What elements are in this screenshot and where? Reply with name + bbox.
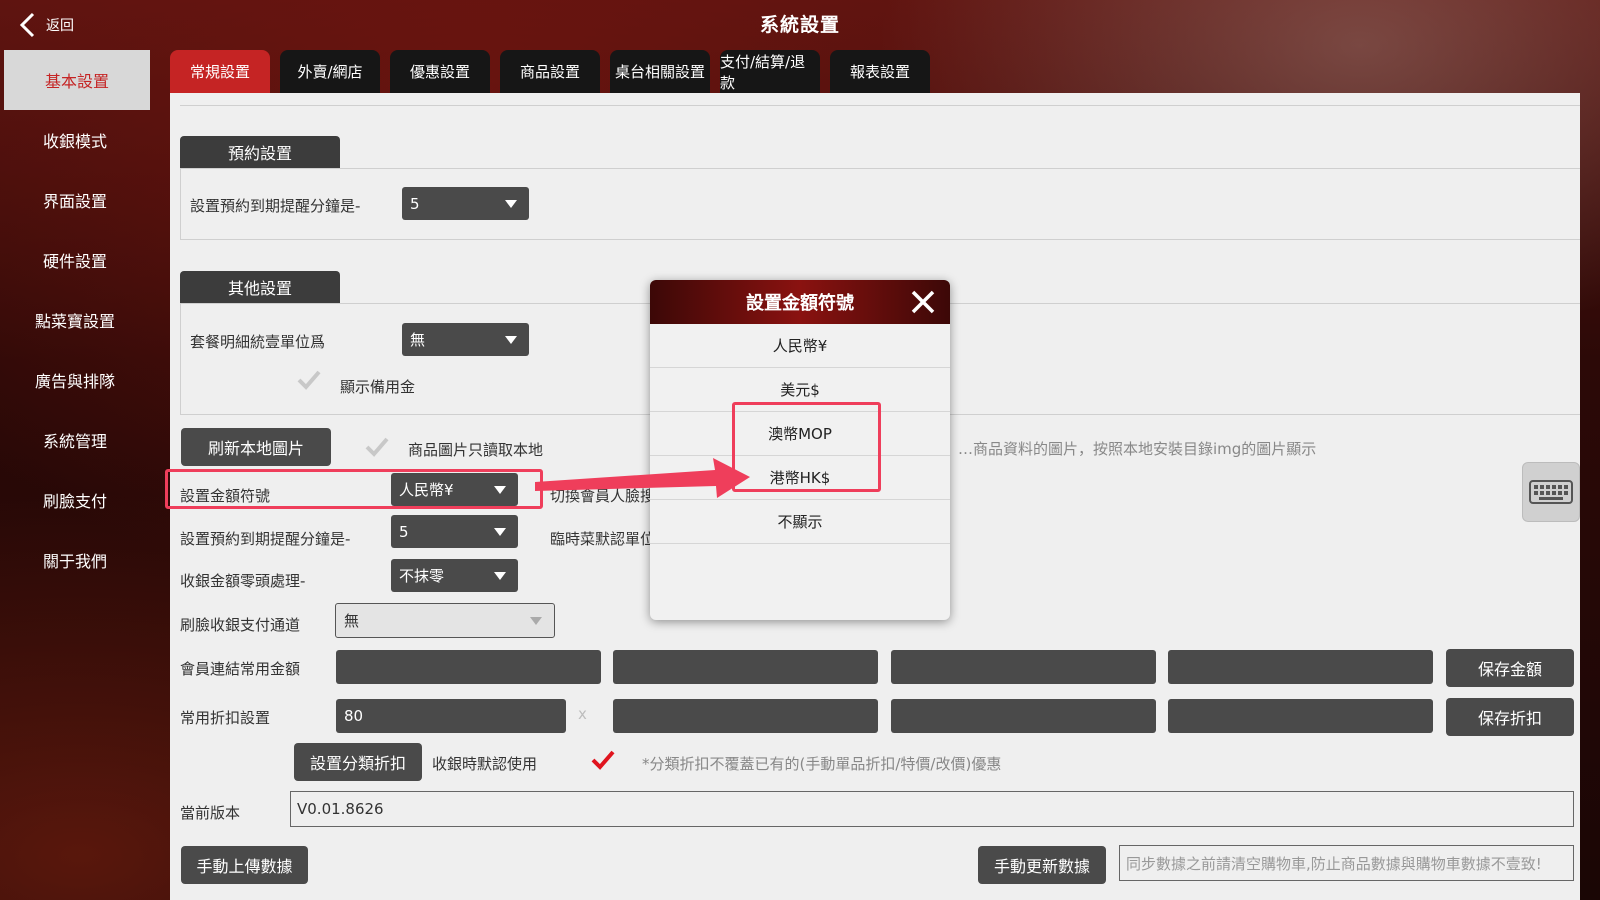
member-amount-input-4[interactable] bbox=[1168, 650, 1433, 684]
sidebar-item-ordering-device[interactable]: 點菜寶設置 bbox=[0, 290, 150, 350]
local-images-label: 商品圖片只讀取本地 bbox=[408, 441, 544, 459]
other-section-header: 其他設置 bbox=[180, 271, 340, 303]
tab-reports[interactable]: 報表設置 bbox=[830, 50, 930, 93]
local-images-checkbox[interactable] bbox=[364, 436, 390, 458]
discount-input-2[interactable] bbox=[613, 699, 878, 733]
rounding-label: 收銀金額零頭處理- bbox=[180, 572, 306, 590]
tab-bar: 常規設置 外賣/網店 優惠設置 商品設置 桌台相關設置 支付/結算/退款 報表設… bbox=[170, 50, 930, 93]
sidebar: 基本設置 收銀模式 界面設置 硬件設置 點菜寶設置 廣告與排隊 系統管理 刷臉支… bbox=[0, 50, 150, 590]
tab-delivery[interactable]: 外賣/網店 bbox=[280, 50, 380, 93]
close-icon[interactable] bbox=[910, 289, 936, 315]
reservation-section-header: 預約設置 bbox=[180, 136, 340, 168]
category-discount-button[interactable]: 設置分類折扣 bbox=[294, 743, 422, 781]
upload-data-button[interactable]: 手動上傳數據 bbox=[181, 846, 308, 884]
default-use-checkbox[interactable] bbox=[590, 749, 616, 771]
clear-discount-icon[interactable]: x bbox=[578, 705, 587, 723]
temp-unit-label: 臨時菜默認單位 bbox=[550, 530, 656, 548]
modal-title: 設置金額符號 bbox=[746, 293, 854, 314]
member-amount-input-1[interactable] bbox=[336, 650, 601, 684]
discount-input-1[interactable]: 80 bbox=[336, 699, 566, 733]
default-use-label: 收銀時默認使用 bbox=[432, 755, 538, 773]
reservation-remind-dropdown[interactable]: 5 bbox=[402, 187, 529, 220]
caret-down-icon bbox=[494, 528, 506, 536]
save-discount-button[interactable]: 保存折扣 bbox=[1446, 698, 1574, 736]
member-amount-input-3[interactable] bbox=[891, 650, 1156, 684]
member-amount-input-2[interactable] bbox=[613, 650, 878, 684]
caret-down-icon bbox=[530, 617, 542, 625]
tab-payment[interactable]: 支付/結算/退款 bbox=[720, 50, 820, 93]
keyboard-button[interactable] bbox=[1522, 462, 1580, 522]
combo-unit-label: 套餐明細統壹單位爲 bbox=[190, 333, 326, 351]
sidebar-item-basic-settings[interactable]: 基本設置 bbox=[4, 50, 150, 110]
options-highlight-box bbox=[732, 402, 881, 492]
show-reserve-label: 顯示備用金 bbox=[340, 378, 416, 396]
remind2-dropdown[interactable]: 5 bbox=[391, 515, 518, 548]
rounding-dropdown[interactable]: 不抹零 bbox=[391, 559, 518, 592]
discount-input-4[interactable] bbox=[1168, 699, 1433, 733]
face-channel-value: 無 bbox=[344, 612, 360, 630]
sidebar-item-hardware-settings[interactable]: 硬件設置 bbox=[0, 230, 150, 290]
keyboard-icon bbox=[1529, 480, 1573, 504]
reservation-remind-value: 5 bbox=[410, 194, 420, 213]
category-discount-note: *分類折扣不覆蓋已有的(手動單品折扣/特價/改價)優惠 bbox=[642, 755, 1002, 773]
caret-down-icon bbox=[505, 336, 517, 344]
discount-input-3[interactable] bbox=[891, 699, 1156, 733]
tab-promotions[interactable]: 優惠設置 bbox=[390, 50, 490, 93]
tab-general[interactable]: 常規設置 bbox=[170, 50, 270, 93]
option-rmb[interactable]: 人民幣¥ bbox=[650, 324, 950, 368]
modal-header: 設置金額符號 bbox=[650, 280, 950, 324]
annotation-arrow bbox=[535, 458, 750, 498]
face-channel-label: 刷臉收銀支付通道 bbox=[180, 616, 301, 634]
show-reserve-checkbox[interactable] bbox=[296, 369, 322, 391]
sidebar-item-interface-settings[interactable]: 界面設置 bbox=[0, 170, 150, 230]
version-label: 當前版本 bbox=[180, 804, 241, 822]
sidebar-item-about-us[interactable]: 關于我們 bbox=[0, 530, 150, 590]
reservation-remind-label: 設置預約到期提醒分鐘是- bbox=[190, 197, 361, 215]
currency-highlight-box bbox=[165, 469, 543, 509]
remind2-value: 5 bbox=[399, 522, 409, 541]
sync-note-field[interactable]: 同步數據之前請清空購物車,防止商品數據與購物車數據不壹致! bbox=[1119, 845, 1574, 881]
sidebar-item-face-payment[interactable]: 刷臉支付 bbox=[0, 470, 150, 530]
rounding-value: 不抹零 bbox=[399, 567, 445, 585]
images-hint: …商品資料的圖片，按照本地安裝目錄img的圖片顯示 bbox=[958, 440, 1317, 458]
caret-down-icon bbox=[494, 572, 506, 580]
combo-unit-dropdown[interactable]: 無 bbox=[402, 323, 529, 356]
sidebar-item-cashier-mode[interactable]: 收銀模式 bbox=[0, 110, 150, 170]
tab-tables[interactable]: 桌台相關設置 bbox=[610, 50, 710, 93]
combo-unit-value: 無 bbox=[410, 331, 426, 349]
sidebar-item-system-management[interactable]: 系統管理 bbox=[0, 410, 150, 470]
reservation-section bbox=[180, 168, 1580, 240]
discount-label: 常用折扣設置 bbox=[180, 709, 271, 727]
refresh-images-button[interactable]: 刷新本地圖片 bbox=[181, 428, 331, 466]
sidebar-item-ads-queue[interactable]: 廣告與排隊 bbox=[0, 350, 150, 410]
version-field: V0.01.8626 bbox=[290, 791, 1574, 827]
caret-down-icon bbox=[505, 200, 517, 208]
tab-products[interactable]: 商品設置 bbox=[500, 50, 600, 93]
save-amount-button[interactable]: 保存金額 bbox=[1446, 649, 1574, 687]
update-data-button[interactable]: 手動更新數據 bbox=[978, 846, 1106, 884]
remind2-label: 設置預約到期提醒分鐘是- bbox=[180, 530, 351, 548]
member-amount-label: 會員連結常用金額 bbox=[180, 660, 301, 678]
face-channel-dropdown[interactable]: 無 bbox=[335, 603, 555, 638]
divider bbox=[180, 105, 1580, 106]
page-title: 系統設置 bbox=[759, 14, 840, 36]
